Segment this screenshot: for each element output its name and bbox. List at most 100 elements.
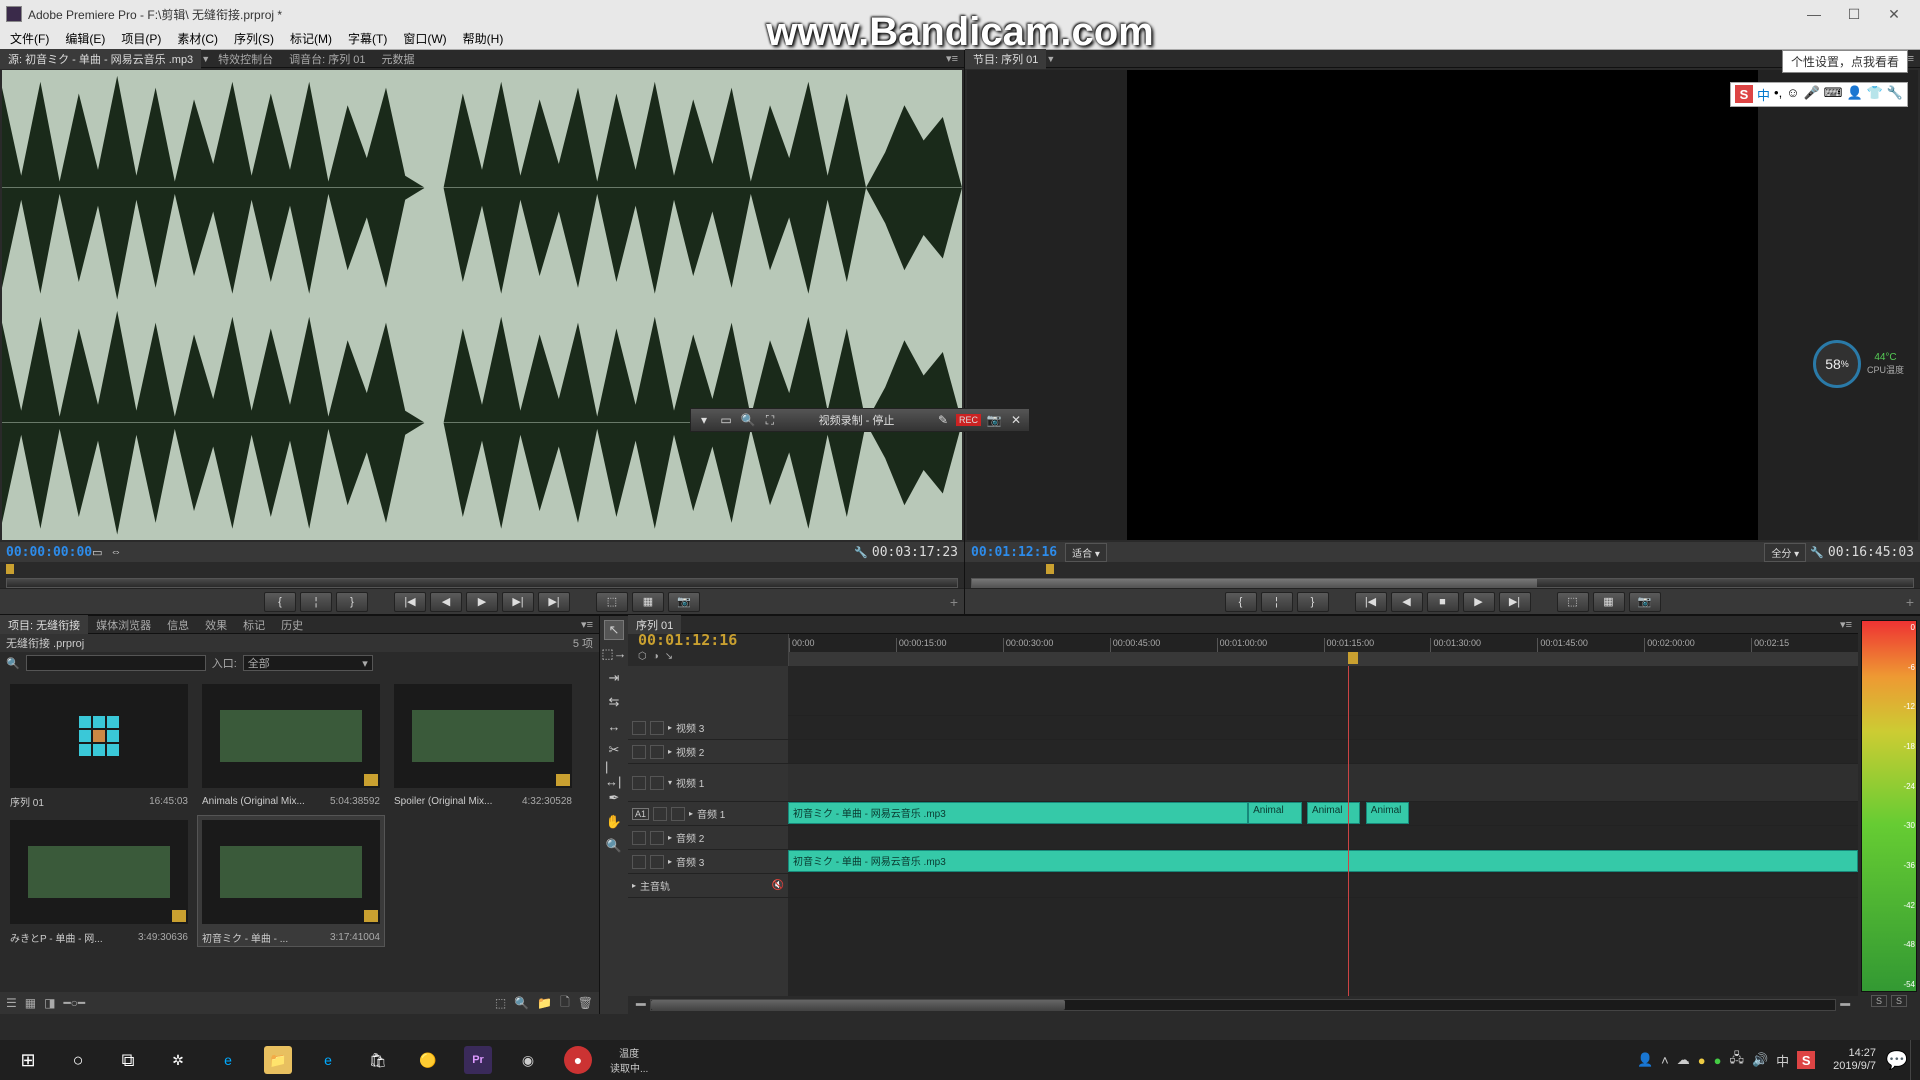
rolling-tool[interactable]: ⇆ [604, 692, 624, 712]
list-view-icon[interactable]: ☰ [6, 996, 17, 1010]
menu-marker[interactable]: 标记(M) [284, 28, 338, 49]
history-tab[interactable]: 历史 [273, 615, 311, 635]
lift-button[interactable]: ⬚ [1557, 592, 1589, 612]
project-tab[interactable]: 项目: 无缝衔接 [0, 615, 88, 635]
pen-tool[interactable]: ✒ [604, 788, 624, 808]
bc-fullscreen-icon[interactable]: ⛶ [761, 411, 779, 429]
playhead-line[interactable] [1348, 666, 1349, 996]
new-item-icon[interactable]: 🗋 [560, 993, 570, 1014]
bc-rect-icon[interactable]: ▭ [717, 411, 735, 429]
taskbar-store[interactable]: 🛍 [354, 1040, 402, 1080]
info-tab[interactable]: 信息 [159, 615, 197, 635]
audio-clip[interactable]: Animal [1366, 802, 1409, 824]
solo-r-button[interactable]: S [1891, 995, 1907, 1007]
ime-s-icon[interactable]: S [1735, 85, 1753, 103]
tray-security-icon[interactable]: ● [1698, 1053, 1706, 1068]
bc-close-icon[interactable]: ✕ [1007, 411, 1025, 429]
menu-sequence[interactable]: 序列(S) [228, 28, 280, 49]
stop-button[interactable]: ■ [1427, 592, 1459, 612]
minimize-button[interactable]: — [1794, 4, 1834, 24]
project-bin-grid[interactable]: 序列 0116:45:03 Animals (Original Mix...5:… [0, 674, 599, 992]
audio-clip[interactable]: 初音ミク - 单曲 - 网易云音乐 .mp3 [788, 802, 1248, 824]
wrench-icon[interactable]: 🔧 [1810, 546, 1824, 559]
play-button[interactable]: ▶ [1463, 592, 1495, 612]
audio-mixer-tab[interactable]: 调音台: 序列 01 [281, 49, 373, 69]
mark-split[interactable]: ¦ [1261, 592, 1293, 612]
step-fwd-button[interactable]: ▶| [502, 592, 534, 612]
ripple-tool[interactable]: ⇥ [604, 668, 624, 688]
selection-tool[interactable]: ↖ [604, 620, 624, 640]
program-scrub-bar[interactable] [971, 562, 1914, 576]
ime-mic-icon[interactable]: 🎤 [1803, 85, 1819, 104]
playhead-indicator[interactable] [1348, 652, 1358, 664]
ime-cn-icon[interactable]: 中 [1757, 85, 1770, 104]
track-select-tool[interactable]: ⬚→ [604, 644, 624, 664]
close-button[interactable]: ✕ [1874, 4, 1914, 24]
effect-controls-tab[interactable]: 特效控制台 [210, 49, 281, 69]
program-view[interactable] [967, 70, 1918, 540]
solo-l-button[interactable]: S [1871, 995, 1887, 1007]
menu-help[interactable]: 帮助(H) [457, 28, 510, 49]
tray-defender-icon[interactable]: ● [1714, 1053, 1722, 1068]
icon-view-icon[interactable]: ▦ [25, 996, 36, 1010]
taskbar-edge[interactable]: e [204, 1040, 252, 1080]
taskbar-temp-widget[interactable]: 温度读取中... [604, 1045, 654, 1075]
metadata-tab[interactable]: 元数据 [374, 49, 423, 69]
media-browser-tab[interactable]: 媒体浏览器 [88, 615, 159, 635]
project-item-audio[interactable]: Spoiler (Original Mix...4:32:30528 [390, 680, 576, 810]
fit-icon[interactable]: ▭ [92, 546, 102, 559]
tray-volume-icon[interactable]: 🔊 [1752, 1052, 1768, 1068]
audio-meter[interactable]: 0-6-12-18-24-30-36-42-48-54 [1861, 620, 1917, 992]
find-icon[interactable]: 🔍 [514, 996, 529, 1010]
audio-clip[interactable]: Animal [1248, 802, 1302, 824]
taskbar-steam[interactable]: ◉ [504, 1040, 552, 1080]
snap-icon[interactable]: ⬡ [638, 651, 647, 662]
project-item-audio[interactable]: みきとP - 单曲 - 网...3:49:30636 [6, 816, 192, 946]
ime-toolbox-icon[interactable]: 🔧 [1887, 85, 1903, 104]
playhead-marker[interactable] [1046, 564, 1054, 574]
add-button-icon[interactable]: + [950, 594, 958, 610]
zoom-slider[interactable]: ━○━ [63, 996, 85, 1010]
marker-icon[interactable]: ◑ [653, 651, 659, 662]
audio-clip[interactable]: Animal [1307, 802, 1361, 824]
goto-in-button[interactable]: |◀ [1355, 592, 1387, 612]
ime-punct-icon[interactable]: •, [1774, 85, 1782, 104]
bandicam-toolbar[interactable]: ▾ ▭ 🔍 ⛶ 视频录制 - 停止 ✎ REC 📷 ✕ [690, 408, 1030, 432]
goto-in-button[interactable]: |◀ [394, 592, 426, 612]
bc-camera-icon[interactable]: 📷 [985, 411, 1003, 429]
goto-out-button[interactable]: ▶| [1499, 592, 1531, 612]
rate-tool[interactable]: ↔ [604, 716, 624, 736]
delete-icon[interactable]: 🗑 [578, 996, 593, 1010]
track-header-a3[interactable]: ▸音频 3 [628, 850, 788, 874]
maximize-button[interactable]: ☐ [1834, 4, 1874, 24]
razor-tool[interactable]: ✂ [604, 740, 624, 760]
wrench-icon[interactable]: 🔧 [854, 546, 868, 559]
source-waveform-view[interactable]: L R [2, 70, 962, 540]
source-tab[interactable]: 源: 初音ミク - 单曲 - 网易云音乐 .mp3 [0, 49, 201, 69]
program-timecode[interactable]: 00:01:12:16 [971, 545, 1057, 560]
tray-onedrive-icon[interactable]: ☁ [1677, 1052, 1690, 1068]
zoom-in-icon[interactable]: ━ [1840, 995, 1850, 1015]
panel-menu-icon[interactable]: ▾≡ [1834, 618, 1858, 631]
drag-icon[interactable]: ⇔ [111, 546, 122, 558]
filter-dropdown[interactable]: 全部▾ [243, 655, 373, 671]
track-header-v2[interactable]: ▸视频 2 [628, 740, 788, 764]
taskbar-clock[interactable]: 14:272019/9/7 [1825, 1047, 1884, 1073]
source-timecode-in[interactable]: 00:00:00:00 [6, 545, 92, 560]
ime-keyboard-icon[interactable]: ⌨ [1824, 85, 1843, 104]
show-desktop-button[interactable] [1910, 1040, 1916, 1080]
taskbar-bandicam[interactable]: ● [554, 1040, 602, 1080]
taskbar-premiere[interactable]: Pr [454, 1040, 502, 1080]
timeline-timecode[interactable]: 00:01:12:16 [638, 631, 778, 649]
notifications-button[interactable]: 💬 [1886, 1040, 1908, 1080]
markers-tab[interactable]: 标记 [235, 615, 273, 635]
new-bin-icon[interactable]: 📁 [537, 996, 552, 1010]
source-zoom-scroll[interactable] [6, 578, 958, 588]
mark-in-button[interactable]: { [1225, 592, 1257, 612]
menu-project[interactable]: 项目(P) [115, 28, 167, 49]
timeline-h-scrollbar[interactable] [650, 999, 1837, 1011]
freeform-icon[interactable]: ◨ [44, 996, 55, 1010]
ime-emoji-icon[interactable]: ☺ [1786, 85, 1799, 104]
effects-tab[interactable]: 效果 [197, 615, 235, 635]
overwrite-button[interactable]: ▦ [632, 592, 664, 612]
